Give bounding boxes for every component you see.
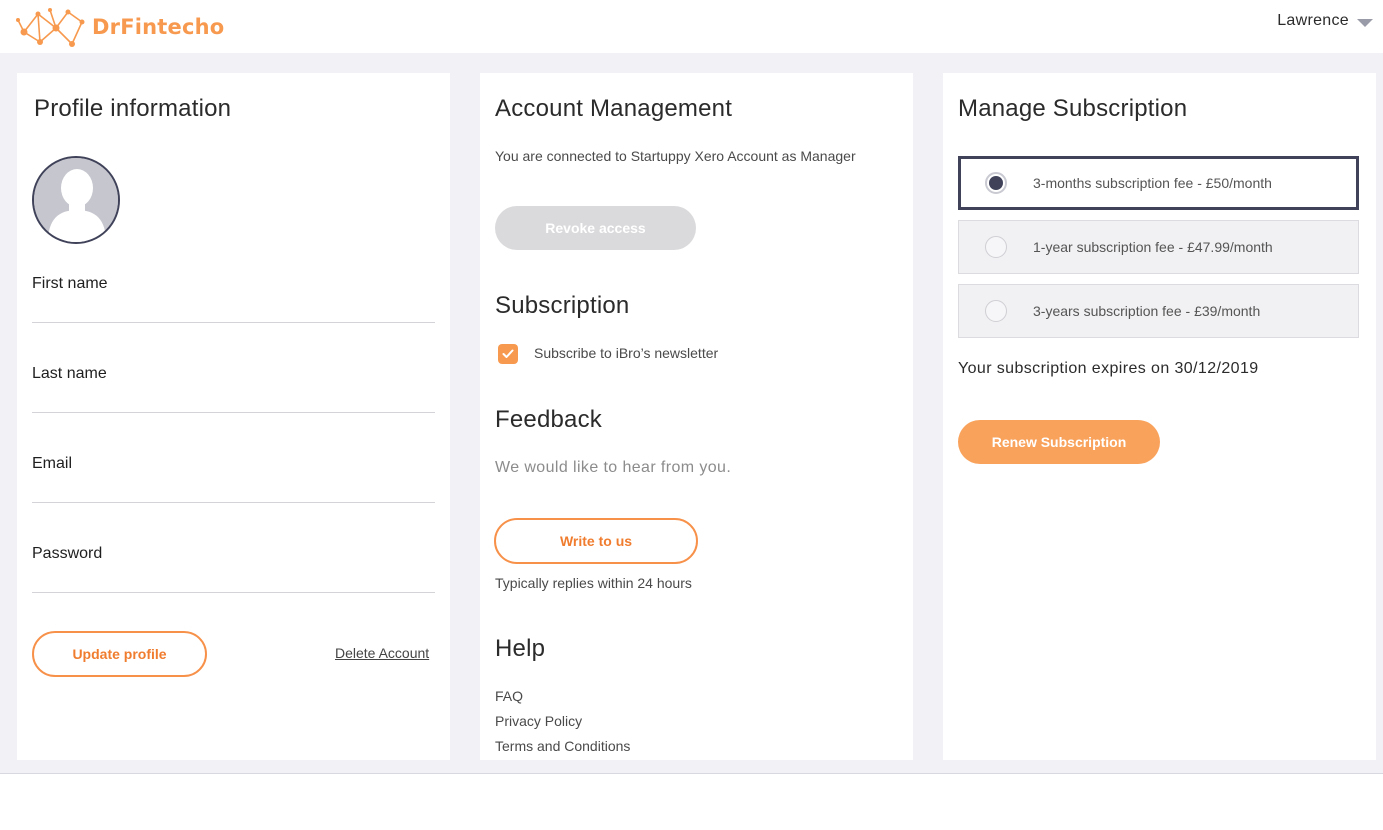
subscription-card: Manage Subscription 3-months subscriptio…	[943, 73, 1376, 760]
first-name-field: First name	[32, 275, 435, 323]
revoke-access-button[interactable]: Revoke access	[495, 206, 696, 250]
top-bar: DrFintecho Lawrence	[0, 0, 1383, 53]
password-input[interactable]	[32, 567, 435, 591]
first-name-label: First name	[32, 275, 108, 292]
write-to-us-button[interactable]: Write to us	[494, 518, 698, 564]
radio-dot	[989, 176, 1003, 190]
checkmark-icon	[502, 349, 514, 358]
subscription-option-label: 3-years subscription fee - £39/month	[1033, 303, 1261, 319]
manage-subscription-title: Manage Subscription	[958, 95, 1188, 122]
radio-icon[interactable]	[985, 300, 1007, 322]
caret-down-icon	[1357, 18, 1373, 27]
last-name-label: Last name	[32, 365, 107, 382]
first-name-input[interactable]	[32, 297, 435, 321]
subscription-title: Subscription	[495, 292, 630, 319]
account-card: Account Management You are connected to …	[480, 73, 913, 760]
user-menu[interactable]: Lawrence	[1277, 10, 1373, 32]
subscription-option-1-year[interactable]: 1-year subscription fee - £47.99/month	[958, 220, 1359, 274]
last-name-field: Last name	[32, 365, 435, 413]
update-profile-button[interactable]: Update profile	[32, 631, 207, 677]
email-field: Email	[32, 455, 435, 503]
subscription-option-label: 3-months subscription fee - £50/month	[1033, 175, 1272, 191]
subscription-expiry-text: Your subscription expires on 30/12/2019	[958, 360, 1259, 377]
reply-time-note: Typically replies within 24 hours	[495, 575, 692, 591]
feedback-title: Feedback	[495, 406, 602, 433]
connection-status-text: You are connected to Startuppy Xero Acco…	[495, 148, 856, 164]
user-name: Lawrence	[1277, 12, 1349, 29]
account-management-title: Account Management	[495, 95, 733, 122]
privacy-policy-link[interactable]: Privacy Policy	[495, 713, 582, 729]
last-name-input[interactable]	[32, 387, 435, 411]
newsletter-checkbox[interactable]	[498, 344, 518, 364]
subscription-option-label: 1-year subscription fee - £47.99/month	[1033, 239, 1273, 255]
profile-card: Profile information First name Last name…	[17, 73, 450, 760]
subscription-option-3-months[interactable]: 3-months subscription fee - £50/month	[958, 156, 1359, 210]
email-label: Email	[32, 455, 73, 472]
delete-account-link[interactable]: Delete Account	[335, 645, 429, 661]
faq-link[interactable]: FAQ	[495, 688, 523, 704]
feedback-text: We would like to hear from you.	[495, 459, 732, 476]
password-field: Password	[32, 545, 435, 593]
email-input[interactable]	[32, 477, 435, 501]
terms-link[interactable]: Terms and Conditions	[495, 738, 630, 754]
brand-logo[interactable]: DrFintecho	[16, 6, 236, 48]
newsletter-label: Subscribe to iBro’s newsletter	[534, 345, 719, 361]
avatar[interactable]	[32, 156, 120, 244]
subscription-option-3-years[interactable]: 3-years subscription fee - £39/month	[958, 284, 1359, 338]
radio-selected-icon[interactable]	[985, 172, 1007, 194]
profile-title: Profile information	[34, 95, 232, 122]
logo-text: DrFintecho	[92, 15, 225, 39]
password-label: Password	[32, 545, 103, 562]
help-title: Help	[495, 635, 546, 662]
network-logo-icon	[16, 8, 85, 47]
user-silhouette-icon	[34, 158, 118, 242]
renew-subscription-button[interactable]: Renew Subscription	[958, 420, 1160, 464]
radio-icon[interactable]	[985, 236, 1007, 258]
